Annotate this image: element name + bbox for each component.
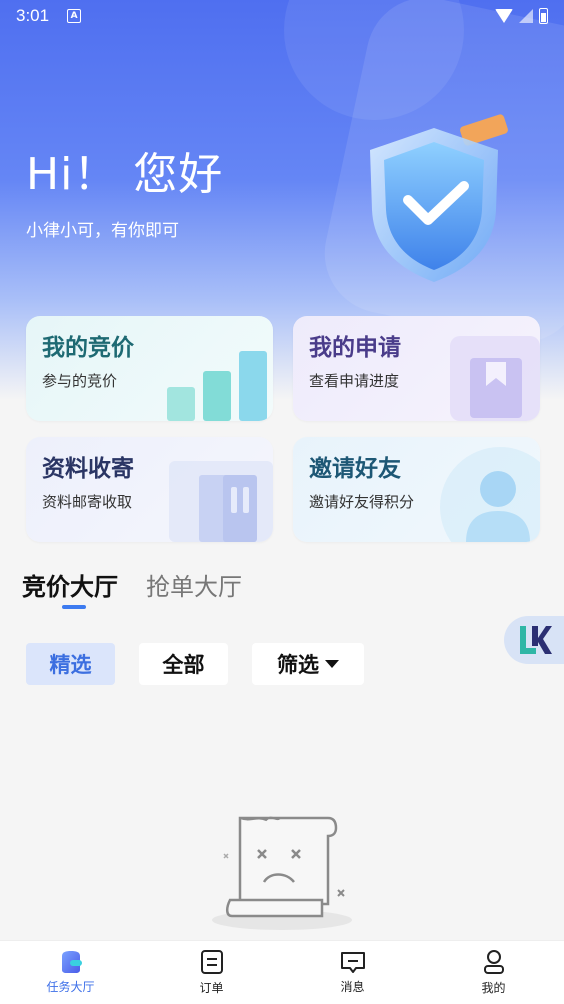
hall-tabs: 竞价大厅 抢单大厅 (22, 567, 242, 602)
nav-label: 消息 (340, 980, 365, 994)
card-subtitle: 查看申请进度 (309, 372, 400, 390)
card-title: 我的竞价 (42, 335, 134, 361)
cellular-icon (519, 9, 533, 23)
notification-icon: A (67, 9, 82, 23)
message-icon (340, 952, 365, 973)
card-document-mailing[interactable]: 资料收寄 资料邮寄收取 (26, 437, 273, 542)
nav-label: 我的 (481, 981, 506, 995)
card-my-applications[interactable]: 我的申请 查看申请进度 (293, 316, 540, 421)
tab-grab-order-hall[interactable]: 抢单大厅 (146, 567, 242, 602)
caret-down-icon (325, 660, 339, 668)
status-bar: 3:01 A (0, 0, 564, 32)
nav-messages[interactable]: 消息 (282, 941, 423, 1004)
card-invite-friends[interactable]: 邀请好友 邀请好友得积分 (293, 437, 540, 542)
filter-dropdown-label: 筛选 (277, 653, 319, 677)
filter-dropdown[interactable]: 筛选 (252, 643, 364, 685)
floating-logo-button[interactable] (504, 616, 564, 664)
lk-logo-icon (520, 626, 552, 654)
card-my-bids[interactable]: 我的竞价 参与的竞价 (26, 316, 273, 421)
greeting-title: Hi！ 您好 (26, 149, 224, 200)
nav-label: 订单 (199, 981, 224, 995)
profile-icon (483, 950, 504, 974)
card-title: 我的申请 (309, 335, 401, 361)
shield-check-icon (356, 110, 516, 290)
empty-state-illustration (210, 808, 360, 936)
nav-profile[interactable]: 我的 (423, 941, 564, 1004)
task-hall-icon (61, 951, 82, 973)
nav-label: 任务大厅 (46, 980, 95, 994)
card-subtitle: 邀请好友得积分 (309, 493, 415, 511)
battery-icon (539, 8, 548, 24)
filter-bar: 精选 全部 筛选 (26, 643, 364, 685)
card-title: 资料收寄 (42, 456, 134, 482)
nav-task-hall[interactable]: 任务大厅 (0, 941, 141, 1004)
card-title: 邀请好友 (309, 456, 401, 482)
active-tab-indicator (62, 605, 86, 609)
order-icon (200, 950, 223, 974)
status-time: 3:01 (16, 6, 50, 25)
bottom-navigation: 任务大厅 订单 消息 我的 (0, 940, 564, 1004)
greeting-subtitle: 小律小可，有你即可 (26, 221, 179, 241)
tab-bidding-hall[interactable]: 竞价大厅 (22, 567, 118, 602)
filter-all[interactable]: 全部 (139, 643, 228, 685)
card-subtitle: 参与的竞价 (42, 372, 118, 390)
card-subtitle: 资料邮寄收取 (42, 493, 133, 511)
nav-orders[interactable]: 订单 (141, 941, 282, 1004)
wifi-icon (495, 9, 513, 23)
filter-featured[interactable]: 精选 (26, 643, 115, 685)
